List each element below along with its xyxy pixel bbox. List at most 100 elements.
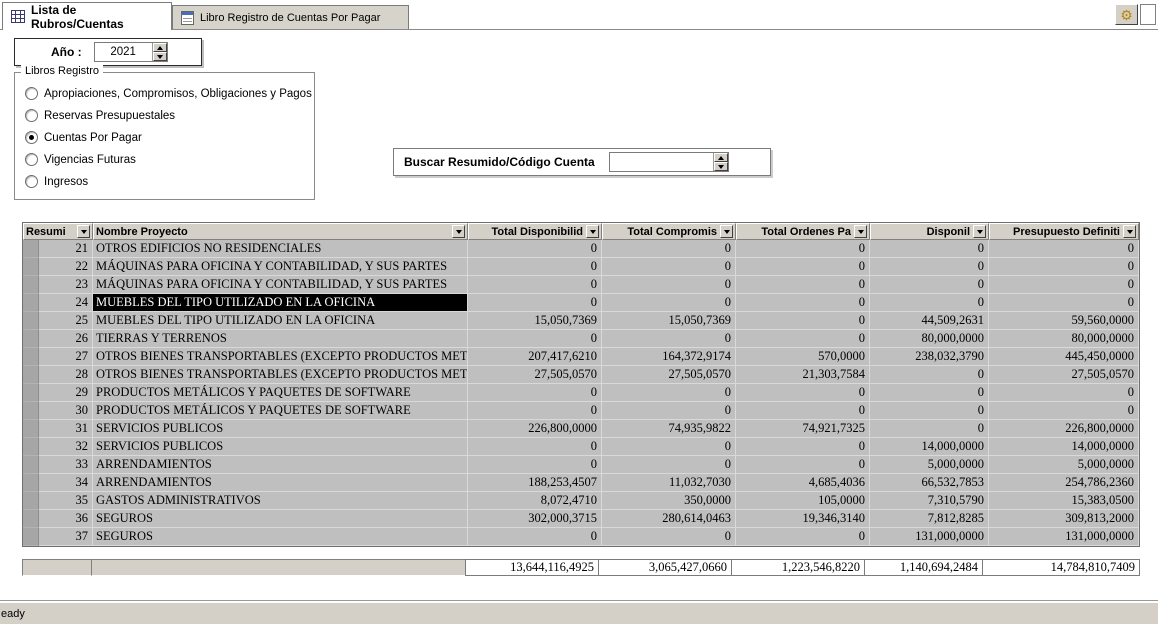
row-selector[interactable] [23, 420, 39, 438]
row-name-cell[interactable]: ARRENDAMIENTOS [93, 456, 468, 474]
radio-option[interactable]: Ingresos [25, 175, 314, 188]
row-selector[interactable] [23, 240, 39, 258]
column-dropdown-button[interactable] [1123, 225, 1136, 238]
table-row[interactable]: 31SERVICIOS PUBLICOS226,800,000074,935,9… [23, 420, 1139, 438]
spin-down-button[interactable] [714, 162, 728, 171]
table-row[interactable]: 37SEGUROS000131,000,0000131,000,0000 [23, 528, 1139, 546]
tab-lista-rubros-cuentas[interactable]: Lista de Rubros/Cuentas [2, 2, 172, 30]
column-header[interactable]: Disponil [870, 223, 989, 240]
radio-button-icon[interactable] [25, 109, 38, 122]
row-name-cell[interactable]: SERVICIOS PUBLICOS [93, 438, 468, 456]
spin-up-button[interactable] [714, 153, 728, 162]
radio-button-icon[interactable] [25, 131, 38, 144]
row-name-cell[interactable]: MÁQUINAS PARA OFICINA Y CONTABILIDAD, Y … [93, 276, 468, 294]
table-row[interactable]: 25MUEBLES DEL TIPO UTILIZADO EN LA OFICI… [23, 312, 1139, 330]
row-name-cell[interactable]: OTROS BIENES TRANSPORTABLES (EXCEPTO PRO… [93, 348, 468, 366]
dropdown-arrow-icon [1127, 230, 1133, 234]
column-dropdown-button[interactable] [854, 225, 867, 238]
row-value-cell: 0 [602, 402, 736, 420]
row-value-cell: 0 [468, 438, 602, 456]
column-header[interactable]: Nombre Proyecto [93, 223, 468, 240]
radio-button-icon[interactable] [25, 87, 38, 100]
table-row[interactable]: 30PRODUCTOS METÁLICOS Y PAQUETES DE SOFT… [23, 402, 1139, 420]
row-code-cell: 22 [39, 258, 93, 276]
radio-option[interactable]: Reservas Presupuestales [25, 109, 314, 122]
column-header[interactable]: Total Disponibilid [468, 223, 602, 240]
row-selector[interactable] [23, 402, 39, 420]
row-selector[interactable] [23, 366, 39, 384]
row-name-cell[interactable]: TIERRAS Y TERRENOS [93, 330, 468, 348]
row-value-cell: 0 [989, 276, 1139, 294]
table-row[interactable]: 34ARRENDAMIENTOS188,253,450711,032,70304… [23, 474, 1139, 492]
table-row[interactable]: 24MUEBLES DEL TIPO UTILIZADO EN LA OFICI… [23, 294, 1139, 312]
row-selector[interactable] [23, 294, 39, 312]
table-row[interactable]: 23MÁQUINAS PARA OFICINA Y CONTABILIDAD, … [23, 276, 1139, 294]
table-row[interactable]: 28OTROS BIENES TRANSPORTABLES (EXCEPTO P… [23, 366, 1139, 384]
column-header[interactable]: Resumi [23, 223, 93, 240]
row-selector[interactable] [23, 312, 39, 330]
row-name-cell[interactable]: ARRENDAMIENTOS [93, 474, 468, 492]
row-value-cell: 27,505,0570 [602, 366, 736, 384]
row-selector[interactable] [23, 348, 39, 366]
radio-option[interactable]: Cuentas Por Pagar [25, 131, 314, 144]
year-spinner[interactable]: 2021 [94, 42, 168, 62]
row-selector[interactable] [23, 492, 39, 510]
row-name-cell[interactable]: PRODUCTOS METÁLICOS Y PAQUETES DE SOFTWA… [93, 402, 468, 420]
table-row[interactable]: 36SEGUROS302,000,3715280,614,046319,346,… [23, 510, 1139, 528]
column-dropdown-button[interactable] [973, 225, 986, 238]
row-name-cell[interactable]: SERVICIOS PUBLICOS [93, 420, 468, 438]
table-row[interactable]: 32SERVICIOS PUBLICOS00014,000,000014,000… [23, 438, 1139, 456]
row-name-cell[interactable]: SEGUROS [93, 510, 468, 528]
table-row[interactable]: 26TIERRAS Y TERRENOS00080,000,000080,000… [23, 330, 1139, 348]
row-selector[interactable] [23, 330, 39, 348]
row-selector[interactable] [23, 474, 39, 492]
radio-option[interactable]: Vigencias Futuras [25, 153, 314, 166]
row-selector[interactable] [23, 528, 39, 546]
column-dropdown-button[interactable] [452, 225, 465, 238]
radio-button-icon[interactable] [25, 175, 38, 188]
row-name-cell[interactable]: MUEBLES DEL TIPO UTILIZADO EN LA OFICINA [93, 294, 468, 312]
tools-button[interactable]: ⚙ [1115, 4, 1138, 25]
table-row[interactable]: 29PRODUCTOS METÁLICOS Y PAQUETES DE SOFT… [23, 384, 1139, 402]
row-value-cell: 0 [602, 276, 736, 294]
radio-option[interactable]: Apropiaciones, Compromisos, Obligaciones… [25, 87, 314, 100]
spin-down-button[interactable] [153, 52, 167, 61]
row-name-cell[interactable]: MÁQUINAS PARA OFICINA Y CONTABILIDAD, Y … [93, 258, 468, 276]
search-combo[interactable] [609, 152, 729, 172]
row-name-cell[interactable]: SEGUROS [93, 528, 468, 546]
row-selector[interactable] [23, 384, 39, 402]
row-value-cell: 0 [736, 456, 870, 474]
row-selector[interactable] [23, 258, 39, 276]
row-name-cell[interactable]: MUEBLES DEL TIPO UTILIZADO EN LA OFICINA [93, 312, 468, 330]
totals-cell: 14,784,810,7409 [982, 559, 1140, 576]
row-value-cell: 0 [736, 294, 870, 312]
row-name-cell[interactable]: GASTOS ADMINISTRATIVOS [93, 492, 468, 510]
table-row[interactable]: 22MÁQUINAS PARA OFICINA Y CONTABILIDAD, … [23, 258, 1139, 276]
dropdown-arrow-icon [590, 230, 596, 234]
row-name-cell[interactable]: OTROS BIENES TRANSPORTABLES (EXCEPTO PRO… [93, 366, 468, 384]
column-header[interactable]: Presupuesto Definiti [989, 223, 1139, 240]
tab-libro-registro-cuentas-por-pagar[interactable]: Libro Registro de Cuentas Por Pagar [172, 5, 409, 29]
radio-button-icon[interactable] [25, 153, 38, 166]
row-value-cell: 131,000,0000 [989, 528, 1139, 546]
column-header[interactable]: Total Ordenes Pa [736, 223, 870, 240]
column-dropdown-button[interactable] [720, 225, 733, 238]
row-selector[interactable] [23, 510, 39, 528]
table-row[interactable]: 33ARRENDAMIENTOS0005,000,00005,000,0000 [23, 456, 1139, 474]
row-name-cell[interactable]: PRODUCTOS METÁLICOS Y PAQUETES DE SOFTWA… [93, 384, 468, 402]
spin-up-button[interactable] [153, 43, 167, 52]
mini-textbox[interactable] [1140, 4, 1156, 25]
row-selector[interactable] [23, 276, 39, 294]
row-selector[interactable] [23, 456, 39, 474]
table-row[interactable]: 35GASTOS ADMINISTRATIVOS8,072,4710350,00… [23, 492, 1139, 510]
row-code-cell: 33 [39, 456, 93, 474]
row-name-cell[interactable]: OTROS EDIFICIOS NO RESIDENCIALES [93, 240, 468, 258]
column-dropdown-button[interactable] [586, 225, 599, 238]
column-dropdown-button[interactable] [77, 225, 90, 238]
table-row[interactable]: 27OTROS BIENES TRANSPORTABLES (EXCEPTO P… [23, 348, 1139, 366]
row-value-cell: 309,813,2000 [989, 510, 1139, 528]
row-selector[interactable] [23, 438, 39, 456]
row-code-cell: 21 [39, 240, 93, 258]
table-row[interactable]: 21OTROS EDIFICIOS NO RESIDENCIALES00000 [23, 240, 1139, 258]
column-header[interactable]: Total Compromis [602, 223, 736, 240]
